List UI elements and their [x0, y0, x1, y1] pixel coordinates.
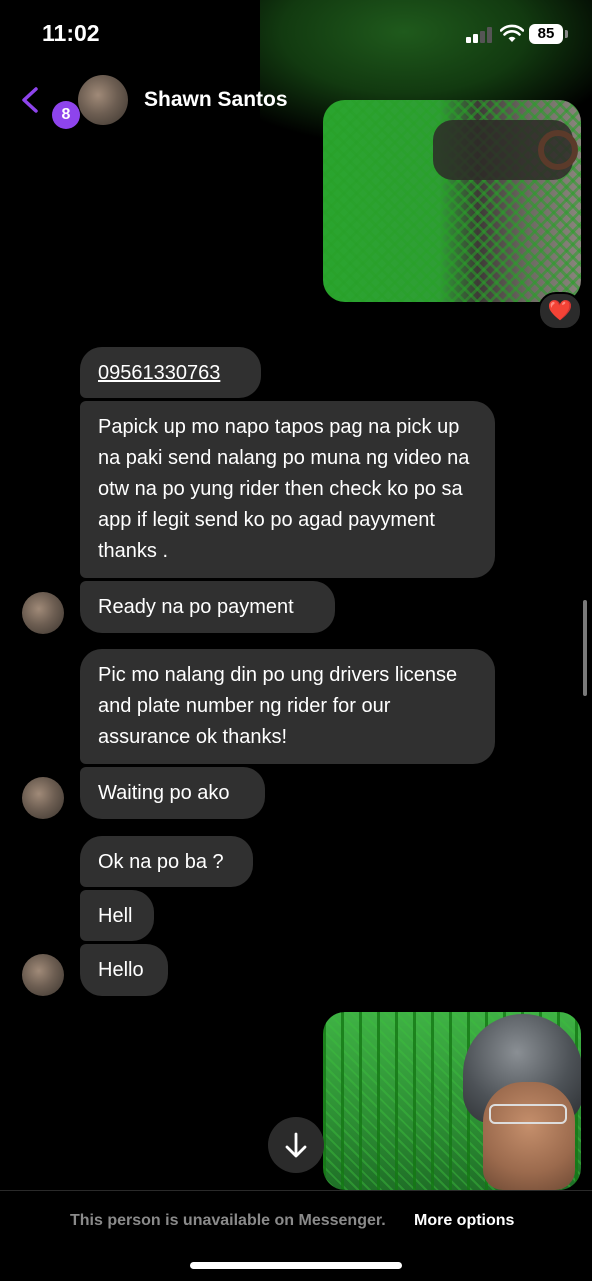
contact-avatar[interactable]: [78, 75, 128, 125]
home-indicator[interactable]: [190, 1262, 402, 1269]
back-chevron-icon: [22, 87, 38, 113]
wifi-icon: [500, 24, 524, 42]
back-button[interactable]: 8: [16, 84, 80, 129]
arrow-down-icon: [285, 1132, 307, 1158]
unavailable-notice: This person is unavailable on Messenger.: [70, 1212, 386, 1229]
photo-detail-wheel: [538, 130, 578, 170]
message-bubble[interactable]: Waiting po ako: [80, 767, 265, 819]
message-bubble[interactable]: Ok na po ba ?: [80, 836, 253, 887]
message-bubble[interactable]: Pic mo nalang din po ung drivers license…: [80, 649, 495, 764]
heart-icon[interactable]: ❤️: [538, 292, 582, 330]
photo-detail-face: [483, 1082, 575, 1190]
battery-icon: 85: [529, 24, 563, 44]
photo-detail-glasses: [489, 1104, 567, 1124]
composer-footer: This person is unavailable on Messenger.…: [0, 1190, 592, 1281]
sent-photo-rider[interactable]: [323, 1012, 581, 1190]
battery-tip: [565, 30, 568, 38]
more-options-link[interactable]: More options: [414, 1212, 514, 1230]
contact-name[interactable]: Shawn Santos: [144, 88, 288, 112]
scroll-to-bottom-button[interactable]: [268, 1117, 324, 1173]
sender-avatar[interactable]: [22, 777, 64, 819]
sender-avatar[interactable]: [22, 592, 64, 634]
scrollbar[interactable]: [583, 600, 587, 696]
sender-avatar[interactable]: [22, 954, 64, 996]
unread-badge: 8: [52, 101, 80, 129]
status-time: 11:02: [42, 20, 100, 46]
message-bubble[interactable]: Hell: [80, 890, 154, 941]
message-bubble[interactable]: Papick up mo napo tapos pag na pick up n…: [80, 401, 495, 578]
sent-photo-motorcycle[interactable]: [323, 100, 581, 302]
message-phone-number[interactable]: 09561330763: [80, 347, 261, 398]
message-bubble[interactable]: Hello: [80, 944, 168, 996]
signal-icon: [466, 27, 494, 43]
message-bubble[interactable]: Ready na po payment: [80, 581, 335, 633]
status-bar: 11:02 85: [0, 0, 592, 70]
